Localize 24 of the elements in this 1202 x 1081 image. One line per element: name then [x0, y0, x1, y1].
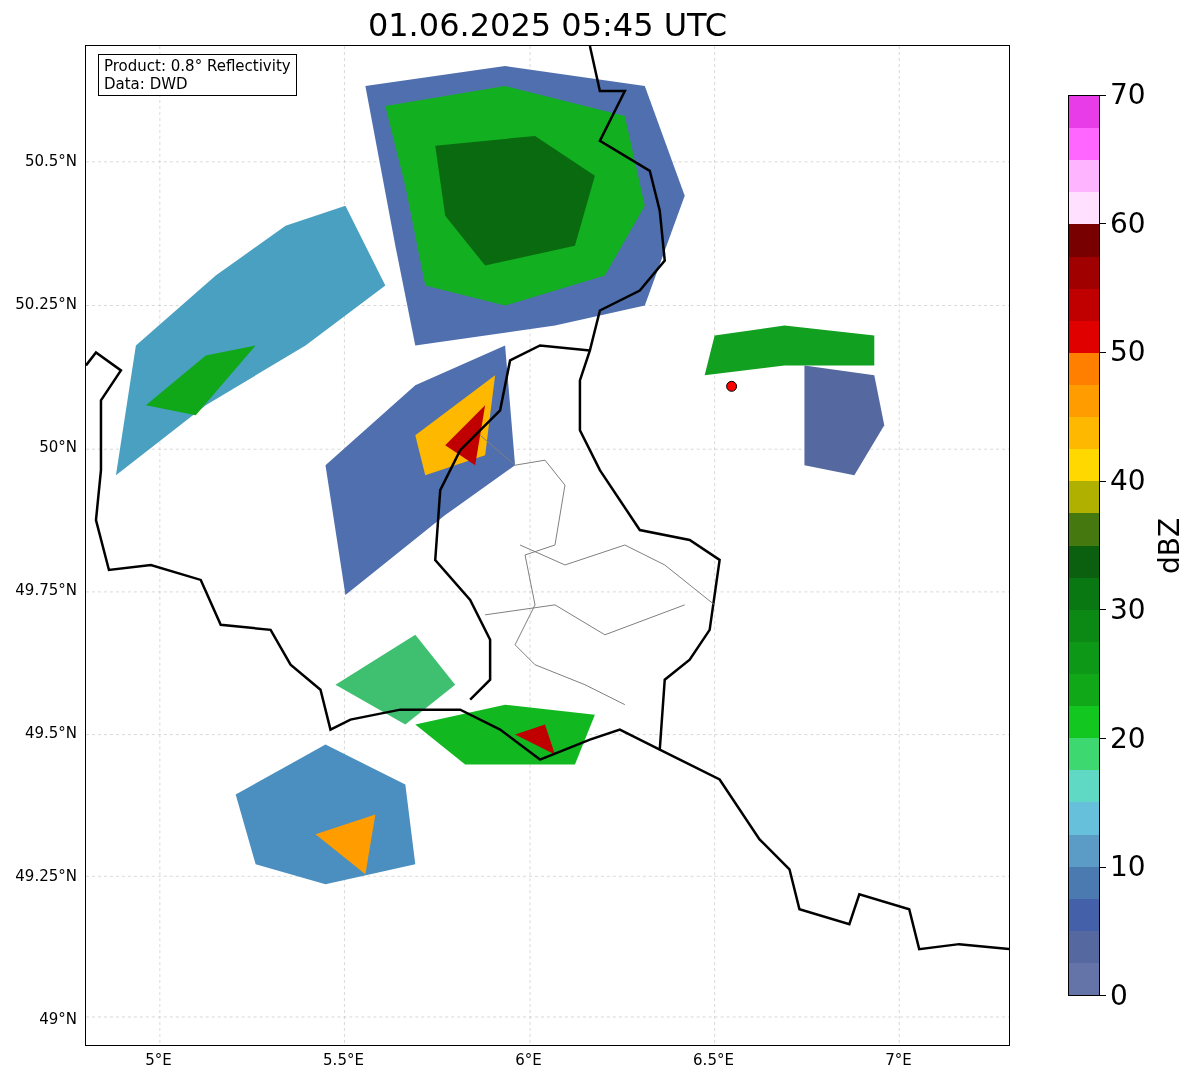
colorbar-tick-label: 20: [1110, 721, 1146, 756]
colorbar-tick-label: 70: [1110, 78, 1146, 112]
colorbar-tick-label: 50: [1110, 335, 1146, 370]
axis-tick-label: 49.25°N: [15, 866, 77, 886]
chart-title: 01.06.2025 05:45 UTC: [367, 5, 728, 45]
colorbar-tick-label: 0: [1110, 978, 1128, 1013]
axis-tick-label: 50°N: [39, 437, 77, 457]
info-text: Data: DWD: [104, 75, 189, 93]
colorbar-tick-label: 30: [1110, 592, 1146, 627]
colorbar-tick-label: 60: [1110, 206, 1146, 241]
axis-tick-label: 50.5°N: [24, 151, 77, 171]
axis-tick-label: 49°N: [39, 1009, 77, 1029]
colorbar-tick-label: 10: [1110, 850, 1146, 885]
axis-tick-label: 5°E: [145, 1050, 172, 1070]
axis-tick-label: 5.5°E: [323, 1050, 364, 1070]
colorbar-tick-label: 40: [1110, 464, 1146, 499]
axis-tick-label: 49.75°N: [15, 580, 77, 600]
axis-tick-label: 6°E: [515, 1050, 542, 1070]
axis-tick-label: 50.25°N: [15, 294, 77, 314]
axis-tick-label: 7°E: [885, 1050, 912, 1070]
axis-tick-label: 6.5°E: [693, 1050, 734, 1070]
colorbar-label: dBZ: [1151, 517, 1187, 574]
info-text: Product: 0.8° Reflectivity: [104, 57, 291, 75]
axis-tick-label: 49.5°N: [24, 723, 77, 743]
